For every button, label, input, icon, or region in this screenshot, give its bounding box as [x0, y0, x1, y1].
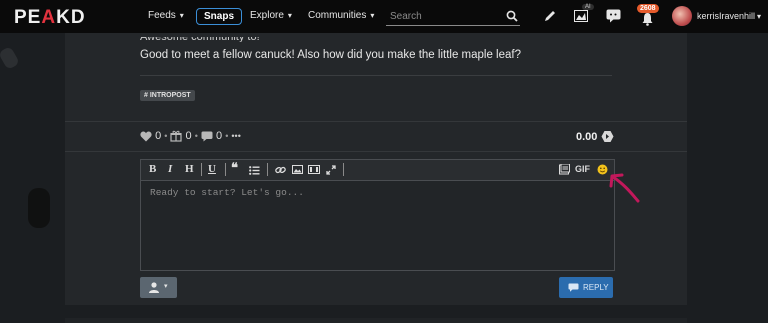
logo-text-suffix: KD: [56, 7, 86, 28]
toolbar-separator: [267, 163, 268, 176]
search-input[interactable]: Search: [386, 9, 520, 26]
divider: [140, 75, 612, 76]
reply-placeholder: Ready to start? Let's go...: [150, 187, 304, 198]
post-card: Awesome community to! Good to meet a fel…: [65, 33, 687, 305]
divider: [65, 121, 687, 122]
previous-text-line: Awesome community to!: [140, 37, 260, 42]
image-chart-icon[interactable]: [574, 10, 589, 23]
notification-count-badge: 2608: [637, 4, 659, 13]
separator-dot: •: [194, 131, 198, 142]
link-icon[interactable]: [275, 165, 286, 175]
toolbar-separator: [201, 163, 202, 176]
caret-down-icon: ▾: [164, 283, 168, 290]
comment-icon: [568, 283, 579, 292]
editor-toolbar: B I H U ❝ GIF: [141, 160, 614, 181]
reply-label: REPLY: [583, 283, 609, 292]
next-card-edge: [65, 318, 687, 323]
user-menu[interactable]: kerrisIravenhill ▾: [697, 11, 761, 21]
background-smudge: [0, 45, 21, 71]
hive-icon[interactable]: [601, 130, 614, 143]
nav-communities[interactable]: Communities ▾: [308, 10, 374, 21]
bold-button[interactable]: B: [149, 163, 156, 175]
chevron-down-icon: ▾: [757, 12, 762, 21]
nav-feeds[interactable]: Feeds ▾: [148, 10, 184, 21]
top-navbar: PEAKD Feeds ▾ Snaps Explore ▾ Communities ▾…: [0, 0, 768, 33]
underline-button[interactable]: U: [208, 163, 216, 175]
username: kerrisIravenhill: [697, 11, 756, 21]
chevron-down-icon: ▾: [179, 11, 184, 20]
snippet-icon[interactable]: [559, 164, 570, 175]
list-icon[interactable]: [249, 166, 260, 175]
comment-icon[interactable]: [201, 131, 213, 142]
comments-count: 0: [216, 130, 223, 143]
quote-icon[interactable]: ❝: [231, 160, 238, 176]
nav-snaps-label: Snaps: [204, 11, 235, 22]
upload-user-button[interactable]: ▾: [140, 277, 177, 298]
image-icon[interactable]: [292, 165, 303, 174]
logo-text-prefix: PE: [14, 7, 42, 28]
payout-value[interactable]: 0.00: [576, 131, 597, 143]
nav-explore-label: Explore: [250, 10, 284, 21]
post-actions: 0 • 0 • 0 • •••: [140, 130, 241, 142]
reply-button[interactable]: REPLY: [559, 277, 613, 298]
chevron-down-icon: ▾: [370, 11, 375, 20]
video-icon[interactable]: [308, 165, 320, 174]
separator-dot: •: [225, 131, 229, 142]
more-options-button[interactable]: •••: [231, 131, 240, 141]
bell-icon[interactable]: [641, 12, 654, 26]
ai-badge: AI: [582, 4, 594, 10]
italic-button[interactable]: I: [168, 163, 172, 175]
nav-feeds-label: Feeds: [148, 10, 176, 21]
divider: [65, 151, 687, 152]
expand-icon[interactable]: [326, 165, 336, 175]
reply-editor: B I H U ❝ GIF Ready to start? Let's go..…: [140, 159, 615, 271]
logo-text-highlight: A: [41, 7, 57, 28]
peakd-logo[interactable]: PEAKD: [14, 7, 86, 29]
likes-count: 0: [155, 130, 162, 143]
gift-icon[interactable]: [170, 130, 183, 142]
toolbar-separator: [225, 163, 226, 176]
chat-icon[interactable]: [606, 9, 621, 23]
avatar[interactable]: [672, 6, 692, 26]
search-placeholder: Search: [390, 11, 422, 22]
pencil-icon[interactable]: [543, 9, 557, 23]
nav-explore[interactable]: Explore ▾: [250, 10, 292, 21]
gif-button[interactable]: GIF: [575, 164, 590, 174]
annotation-arrow-icon: [609, 173, 640, 203]
search-icon[interactable]: [506, 10, 518, 22]
background-smudge: [28, 188, 50, 228]
separator-dot: •: [164, 131, 168, 142]
heart-icon[interactable]: [140, 131, 152, 142]
heading-button[interactable]: H: [185, 163, 194, 175]
nav-communities-label: Communities: [308, 10, 367, 21]
gifts-count: 0: [185, 130, 192, 143]
comment-body: Good to meet a fellow canuck! Also how d…: [140, 49, 521, 61]
chevron-down-icon: ▾: [287, 11, 292, 20]
reply-textarea[interactable]: Ready to start? Let's go...: [141, 181, 614, 270]
nav-snaps-button[interactable]: Snaps: [196, 8, 243, 25]
tag-badge[interactable]: # INTROPOST: [140, 90, 195, 101]
toolbar-separator: [343, 163, 344, 176]
user-icon: [149, 282, 159, 293]
